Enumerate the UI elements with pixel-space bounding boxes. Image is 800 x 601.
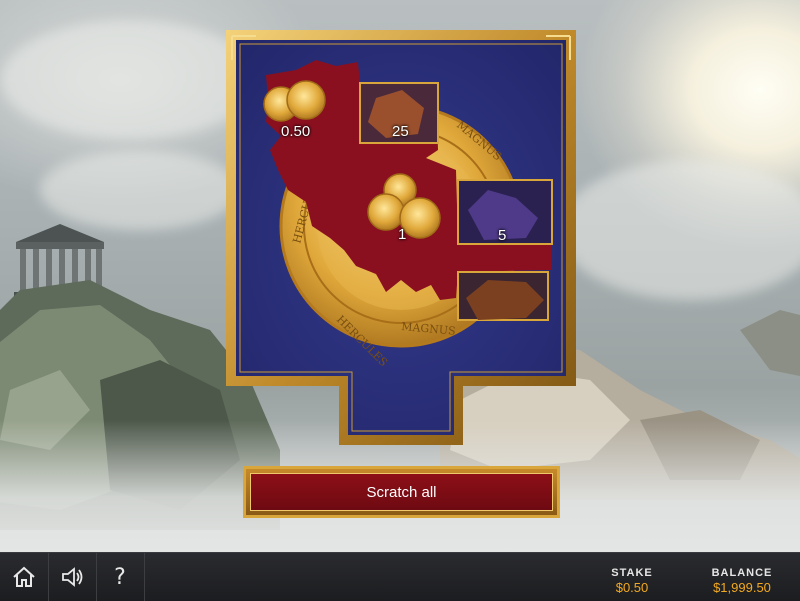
cloud [0,20,260,140]
help-button[interactable]: ? [96,553,145,601]
prize-value-top-right: 25 [392,123,409,140]
bottom-bar: ? STAKE $0.50 BALANCE $1,999.50 [0,552,800,601]
home-icon [13,566,35,587]
scratch-card: HERCULES MAGNUS HERCULES MAGNUS 0.50 25 … [226,30,576,445]
stake-label: STAKE [611,567,653,579]
cloud [40,150,240,230]
stake-value: $0.50 [615,580,649,595]
home-button[interactable] [0,553,49,601]
speaker-icon [62,567,83,587]
balance-display: BALANCE $1,999.50 [696,567,788,595]
stake-display: STAKE $0.50 [596,567,668,595]
prize-value-middle: 1 [398,226,407,243]
help-icon: ? [114,564,126,590]
scratch-all-label: Scratch all [250,473,553,511]
scratch-all-button[interactable]: Scratch all [243,466,560,518]
prize-value-top-left: 0.50 [281,123,311,140]
prize-value-right: 5 [498,227,507,244]
balance-label: BALANCE [711,567,773,579]
balance-value: $1,999.50 [713,580,771,595]
sound-button[interactable] [48,553,97,601]
